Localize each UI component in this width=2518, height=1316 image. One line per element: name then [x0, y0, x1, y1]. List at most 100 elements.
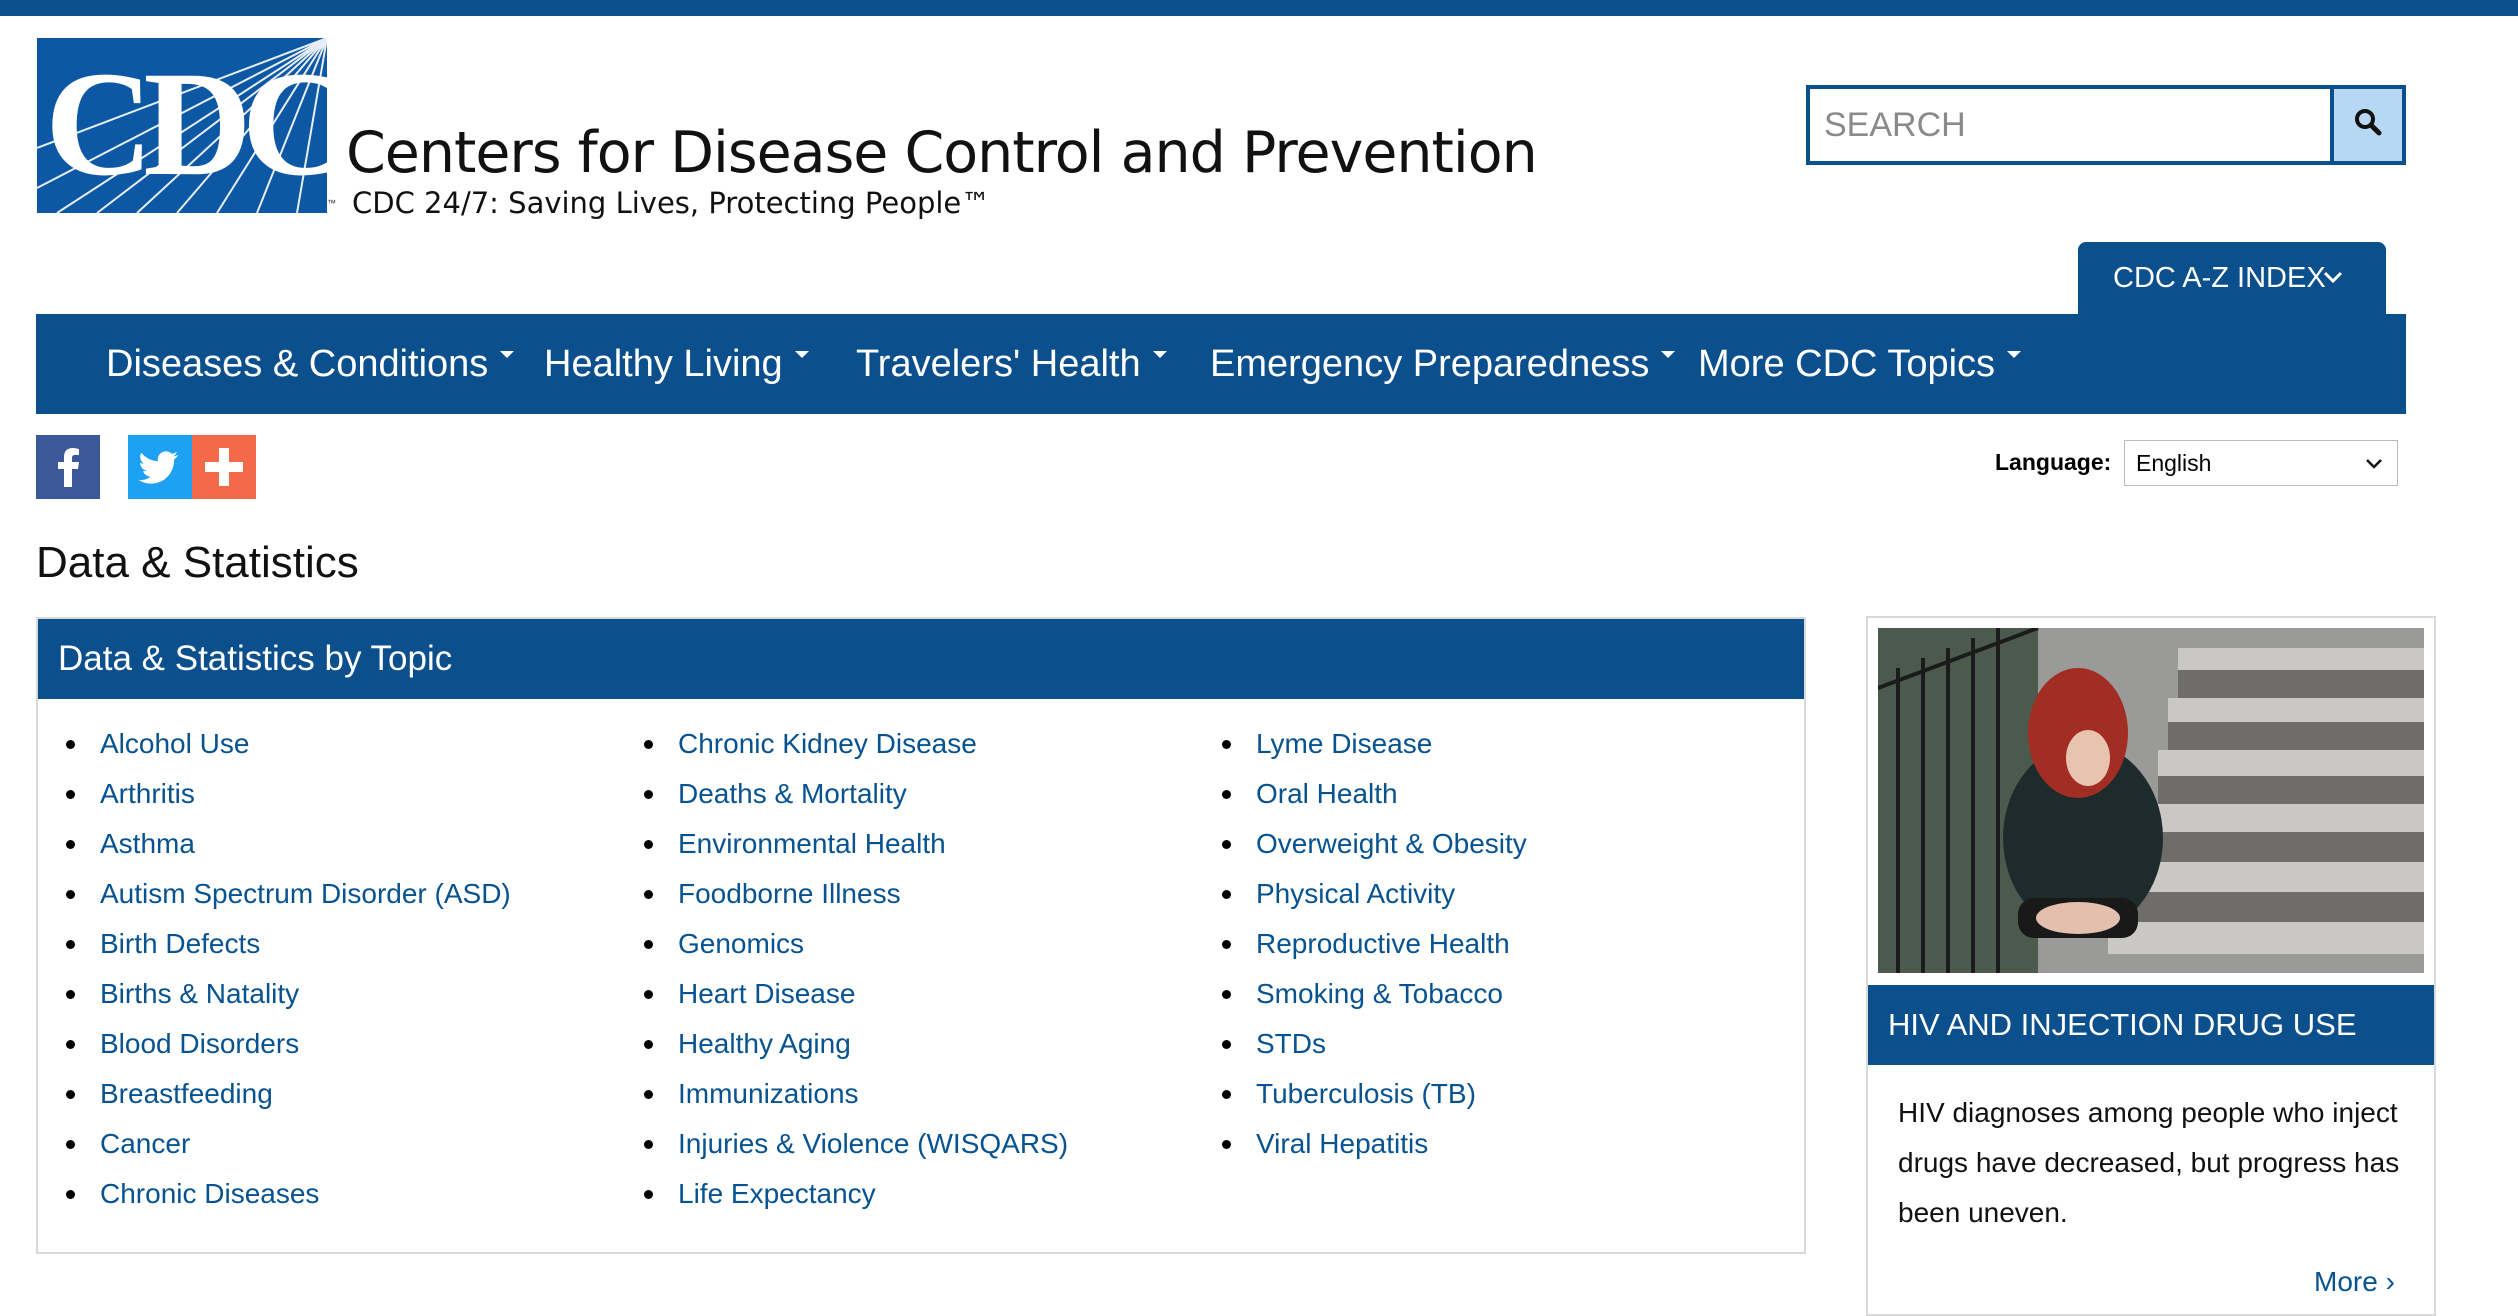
- chevron-down-icon: [2366, 459, 2382, 469]
- nav-item-label: Healthy Living: [544, 343, 783, 385]
- feature-body: HIV diagnoses among people who inject dr…: [1898, 1097, 2400, 1228]
- topic-list-item: Injuries & Violence (WISQARS): [616, 1119, 1068, 1169]
- topic-list-item: Chronic Kidney Disease: [616, 719, 1068, 769]
- topic-list-item: Physical Activity: [1194, 869, 1527, 919]
- feature-card: HIV AND INJECTION DRUG USE HIV diagnoses…: [1866, 616, 2436, 1316]
- feature-image[interactable]: [1878, 628, 2424, 973]
- nav-item-label: Emergency Preparedness: [1210, 343, 1650, 385]
- search-box: [1806, 85, 2406, 165]
- topic-link[interactable]: Asthma: [100, 828, 195, 859]
- topic-list-item: Genomics: [616, 919, 1068, 969]
- nav-item-diseases-conditions[interactable]: Diseases & Conditions: [106, 314, 515, 414]
- caret-down-icon: [1152, 351, 1167, 358]
- topic-link[interactable]: Overweight & Obesity: [1256, 828, 1527, 859]
- addthis-share-button[interactable]: [192, 435, 256, 499]
- topics-heading: Data & Statistics by Topic: [38, 619, 1804, 699]
- topic-link[interactable]: Environmental Health: [678, 828, 946, 859]
- logo-trademark: ™: [327, 198, 336, 208]
- topic-link[interactable]: Alcohol Use: [100, 728, 249, 759]
- language-selected-value: English: [2136, 450, 2212, 476]
- topic-list-item: Alcohol Use: [38, 719, 511, 769]
- feature-heading[interactable]: HIV AND INJECTION DRUG USE: [1868, 985, 2434, 1065]
- topic-link[interactable]: Foodborne Illness: [678, 878, 901, 909]
- topic-link[interactable]: Cancer: [100, 1128, 190, 1159]
- topic-link[interactable]: Arthritis: [100, 778, 195, 809]
- topic-list-item: Reproductive Health: [1194, 919, 1527, 969]
- search-icon: [2355, 109, 2382, 136]
- nav-item-more-cdc-topics[interactable]: More CDC Topics: [1698, 314, 2022, 414]
- topic-list-item: Foodborne Illness: [616, 869, 1068, 919]
- caret-down-icon: [500, 351, 515, 358]
- topic-link[interactable]: Oral Health: [1256, 778, 1398, 809]
- tagline: CDC 24/7: Saving Lives, Protecting Peopl…: [352, 186, 991, 220]
- top-bar: [0, 0, 2518, 16]
- topic-link[interactable]: Tuberculosis (TB): [1256, 1078, 1476, 1109]
- topic-link[interactable]: Heart Disease: [678, 978, 855, 1009]
- topic-link[interactable]: Immunizations: [678, 1078, 859, 1109]
- topic-link[interactable]: Chronic Diseases: [100, 1178, 319, 1209]
- topic-list-item: Blood Disorders: [38, 1019, 511, 1069]
- topic-list-item: Tuberculosis (TB): [1194, 1069, 1527, 1119]
- cdc-logo[interactable]: CDC: [37, 38, 327, 213]
- facebook-icon: [58, 448, 79, 487]
- topic-link[interactable]: Births & Natality: [100, 978, 299, 1009]
- topic-link[interactable]: Birth Defects: [100, 928, 260, 959]
- topic-list-item: Births & Natality: [38, 969, 511, 1019]
- topic-link[interactable]: Life Expectancy: [678, 1178, 876, 1209]
- search-input[interactable]: [1810, 89, 2330, 161]
- person-on-stairs-image: [1878, 628, 2424, 973]
- topic-link[interactable]: Breastfeeding: [100, 1078, 273, 1109]
- topic-list-item: Heart Disease: [616, 969, 1068, 1019]
- caret-down-icon: [2007, 351, 2022, 358]
- language-select[interactable]: English: [2124, 440, 2398, 486]
- facebook-share-button[interactable]: [36, 435, 100, 499]
- topic-link[interactable]: Viral Hepatitis: [1256, 1128, 1428, 1159]
- topic-list-item: Breastfeeding: [38, 1069, 511, 1119]
- topic-link[interactable]: Autism Spectrum Disorder (ASD): [100, 878, 511, 909]
- topic-list-item: Life Expectancy: [616, 1169, 1068, 1219]
- nav-item-travelers-health[interactable]: Travelers' Health: [856, 314, 1167, 414]
- topic-list-item: Overweight & Obesity: [1194, 819, 1527, 869]
- topic-link[interactable]: Blood Disorders: [100, 1028, 299, 1059]
- topic-list-item: Healthy Aging: [616, 1019, 1068, 1069]
- topic-list-item: Birth Defects: [38, 919, 511, 969]
- topic-link[interactable]: Deaths & Mortality: [678, 778, 907, 809]
- az-index-button[interactable]: CDC A-Z INDEX: [2078, 242, 2386, 314]
- topic-list-item: Viral Hepatitis: [1194, 1119, 1527, 1169]
- topic-list-item: Asthma: [38, 819, 511, 869]
- twitter-share-button[interactable]: [128, 435, 192, 499]
- feature-more-link[interactable]: More ›: [2314, 1266, 2395, 1298]
- topic-link[interactable]: Reproductive Health: [1256, 928, 1510, 959]
- org-name[interactable]: Centers for Disease Control and Preventi…: [346, 120, 1538, 186]
- search-button[interactable]: [2330, 89, 2402, 161]
- topic-link[interactable]: Healthy Aging: [678, 1028, 851, 1059]
- topic-list-item: Immunizations: [616, 1069, 1068, 1119]
- topic-link[interactable]: Genomics: [678, 928, 804, 959]
- topic-list-item: Autism Spectrum Disorder (ASD): [38, 869, 511, 919]
- topic-list-item: Chronic Diseases: [38, 1169, 511, 1219]
- caret-down-icon: [794, 351, 809, 358]
- caret-down-icon: [1661, 351, 1676, 358]
- topics-column-2: Chronic Kidney Disease Deaths & Mortality…: [616, 719, 1068, 1219]
- nav-item-label: Diseases & Conditions: [106, 343, 489, 385]
- az-index-label: CDC A-Z INDEX: [2113, 262, 2326, 294]
- nav-item-label: More CDC Topics: [1698, 343, 1996, 385]
- topic-list-item: Cancer: [38, 1119, 511, 1169]
- main-nav: Diseases & Conditions Healthy Living Tra…: [36, 314, 2406, 414]
- topic-link[interactable]: Chronic Kidney Disease: [678, 728, 977, 759]
- logo-text: CDC: [45, 41, 327, 207]
- topic-list-item: STDs: [1194, 1019, 1527, 1069]
- page-title: Data & Statistics: [36, 538, 359, 587]
- nav-item-healthy-living[interactable]: Healthy Living: [544, 314, 809, 414]
- topic-link[interactable]: STDs: [1256, 1028, 1326, 1059]
- topics-card: Data & Statistics by Topic Alcohol Use Ar…: [36, 617, 1806, 1254]
- topic-list-item: Arthritis: [38, 769, 511, 819]
- nav-item-emergency-preparedness[interactable]: Emergency Preparedness: [1210, 314, 1676, 414]
- topic-link[interactable]: Injuries & Violence (WISQARS): [678, 1128, 1068, 1159]
- chevron-down-icon: [2323, 271, 2343, 284]
- topic-link[interactable]: Smoking & Tobacco: [1256, 978, 1503, 1009]
- nav-item-label: Travelers' Health: [856, 343, 1141, 385]
- topic-link[interactable]: Lyme Disease: [1256, 728, 1432, 759]
- topic-list-item: Oral Health: [1194, 769, 1527, 819]
- topic-link[interactable]: Physical Activity: [1256, 878, 1455, 909]
